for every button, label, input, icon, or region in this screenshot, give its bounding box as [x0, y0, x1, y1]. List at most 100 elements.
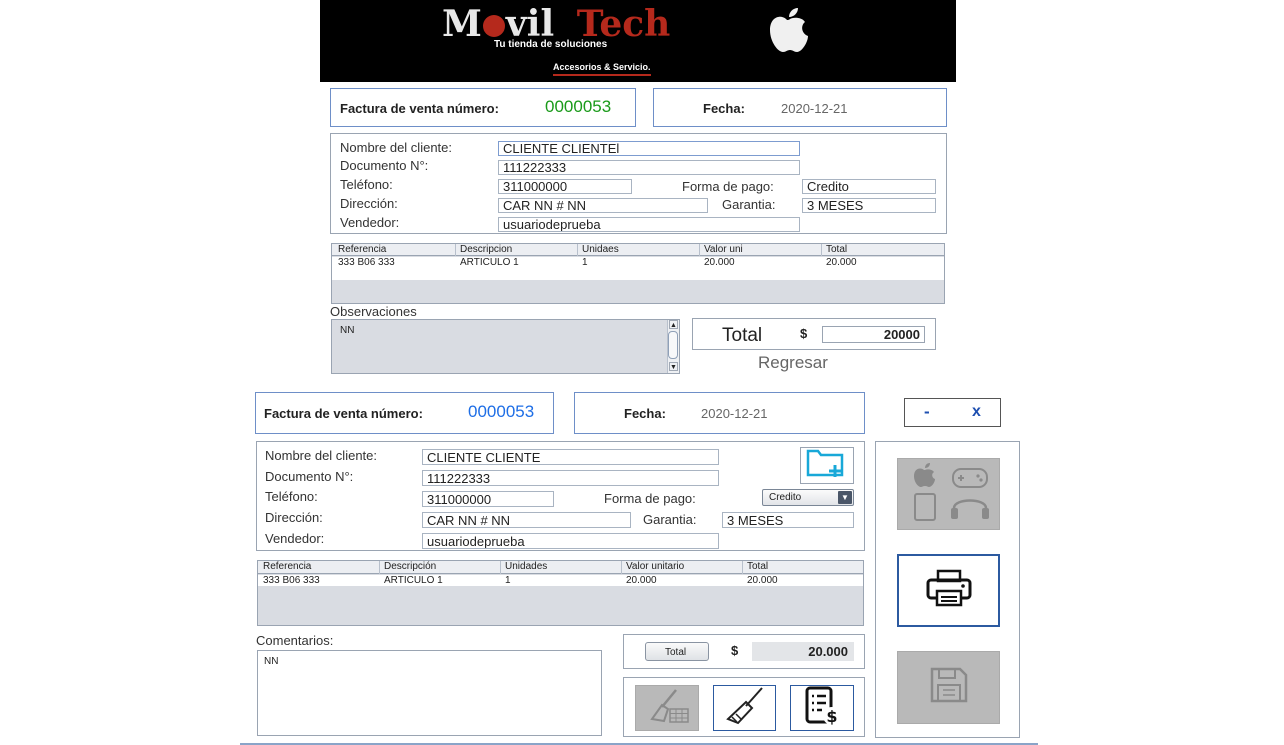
- action-buttons-panel: $: [623, 677, 865, 737]
- cell-description: ARTICULO 1: [460, 257, 519, 268]
- close-button[interactable]: x: [972, 403, 981, 421]
- cell-description-2: ARTICULO 1: [384, 575, 443, 586]
- date-label-2: Fecha:: [624, 406, 666, 421]
- document-label: Documento N°:: [340, 158, 429, 173]
- invoice-number-value: 0000053: [545, 97, 612, 116]
- currency-symbol: $: [800, 326, 808, 341]
- brand-tagline: Tu tienda de soluciones: [494, 39, 608, 50]
- items-table: Referencia Descripcion Unidaes Valor uni…: [331, 243, 945, 304]
- observations-scrollbar[interactable]: ▲ ▼: [667, 320, 679, 373]
- printer-icon: [924, 568, 974, 613]
- comments-label: Comentarios:: [256, 633, 334, 648]
- document-field[interactable]: 111222333: [498, 160, 800, 175]
- broom-icon: [722, 686, 768, 731]
- clear-form-button[interactable]: [713, 685, 776, 731]
- brand-logo-text: Mvil Tech: [442, 4, 732, 44]
- minimize-button[interactable]: -: [924, 402, 930, 422]
- add-folder-icon: [804, 447, 850, 484]
- total-value: 20000: [822, 326, 925, 343]
- items-table-2: Referencia Descripción Unidades Valor un…: [257, 560, 864, 626]
- scroll-thumb[interactable]: [668, 331, 678, 359]
- column-header-unit-value-2[interactable]: Valor unitario: [622, 561, 743, 574]
- add-client-button[interactable]: [800, 447, 854, 484]
- phone-field[interactable]: 311000000: [498, 179, 632, 194]
- column-header-reference[interactable]: Referencia: [334, 244, 456, 256]
- table-header: Referencia Descripcion Unidaes Valor uni…: [332, 244, 944, 256]
- date-label: Fecha:: [703, 101, 745, 116]
- table-empty-area: [332, 268, 944, 280]
- document-field-2[interactable]: 111222333: [422, 470, 719, 486]
- document-label-2: Documento N°:: [265, 469, 354, 484]
- client-name-field[interactable]: CLIENTE CLIENTEl: [498, 141, 800, 156]
- products-catalog-button: [897, 458, 1000, 530]
- total-button[interactable]: Total: [645, 642, 709, 661]
- column-header-description[interactable]: Descripcion: [456, 244, 578, 256]
- table-row[interactable]: 333 B06 333 ARTICULO 1 1 20.000 20.000: [332, 257, 944, 268]
- date-box-2: Fecha: 2020-12-21: [574, 392, 865, 434]
- cell-total: 20.000: [826, 257, 857, 268]
- date-value: 2020-12-21: [781, 101, 848, 116]
- invoice-number-label: Factura de venta número:: [340, 101, 499, 116]
- device-categories-icon: [906, 460, 992, 529]
- cell-total-2: 20.000: [747, 575, 778, 586]
- column-header-unit-value[interactable]: Valor uni: [700, 244, 822, 256]
- floppy-disk-icon: [927, 665, 971, 710]
- cell-unit-value-2: 20.000: [626, 575, 657, 586]
- date-box: Fecha: 2020-12-21: [653, 88, 947, 127]
- brand-subtitle: Accesorios & Servicio.: [553, 62, 651, 76]
- brand-banner: Mvil Tech Tu tienda de soluciones Acceso…: [320, 0, 956, 82]
- invoice-number-box-2: Factura de venta número: 0000053: [255, 392, 554, 434]
- scroll-up-arrow-icon[interactable]: ▲: [669, 320, 678, 329]
- warranty-field-2[interactable]: 3 MESES: [722, 512, 854, 528]
- side-action-panel: [875, 441, 1020, 738]
- phone-label: Teléfono:: [340, 177, 393, 192]
- address-label: Dirección:: [340, 196, 398, 211]
- column-header-units[interactable]: Unidaes: [578, 244, 700, 256]
- client-name-field-2[interactable]: CLIENTE CLIENTE: [422, 449, 719, 465]
- window-controls: - x: [904, 398, 1001, 427]
- seller-field[interactable]: usuariodeprueba: [498, 217, 800, 232]
- brand-m-letter: M: [442, 3, 482, 45]
- total-label: Total: [722, 325, 763, 346]
- address-field[interactable]: CAR NN # NN: [498, 198, 708, 213]
- phone-label-2: Teléfono:: [265, 489, 318, 504]
- payment-method-label-2: Forma de pago:: [604, 491, 696, 506]
- total-button-label: Total: [665, 647, 687, 658]
- brand-o-circle: [482, 15, 505, 37]
- column-header-reference-2[interactable]: Referencia: [259, 561, 380, 574]
- column-header-units-2[interactable]: Unidades: [501, 561, 622, 574]
- cell-reference: 333 B06 333: [338, 257, 395, 268]
- cell-reference-2: 333 B06 333: [263, 575, 320, 586]
- date-value-2: 2020-12-21: [701, 406, 768, 421]
- seller-field-2[interactable]: usuariodeprueba: [422, 533, 719, 549]
- invoice-dollar-icon: $: [802, 685, 842, 732]
- scroll-down-arrow-icon[interactable]: ▼: [669, 362, 678, 371]
- column-header-total-2[interactable]: Total: [743, 561, 863, 574]
- address-label-2: Dirección:: [265, 510, 323, 525]
- broom-table-icon: [642, 687, 692, 730]
- svg-text:$: $: [826, 707, 837, 726]
- comments-textarea[interactable]: NN: [257, 650, 602, 736]
- payment-method-field[interactable]: Credito: [802, 179, 936, 194]
- back-link[interactable]: Regresar: [758, 353, 828, 373]
- cell-unit-value: 20.000: [704, 257, 735, 268]
- total-box-2: Total $ 20.000: [623, 634, 865, 669]
- invoice-number-box: Factura de venta número: 0000053: [330, 88, 636, 127]
- print-button[interactable]: [897, 554, 1000, 627]
- table-row[interactable]: 333 B06 333 ARTICULO 1 1 20.000 20.000: [258, 575, 863, 586]
- phone-field-2[interactable]: 311000000: [422, 491, 554, 507]
- observations-textarea[interactable]: NN ▲ ▼: [331, 319, 680, 374]
- table-header-2: Referencia Descripción Unidades Valor un…: [258, 561, 863, 574]
- column-header-description-2[interactable]: Descripción: [380, 561, 501, 574]
- total-box: Total $ 20000: [692, 318, 936, 350]
- total-value-2: 20.000: [752, 642, 854, 661]
- client-name-label-2: Nombre del cliente:: [265, 448, 377, 463]
- chevron-down-icon[interactable]: ▼: [838, 491, 852, 504]
- column-header-total[interactable]: Total: [822, 244, 944, 256]
- warranty-label: Garantia:: [722, 197, 776, 212]
- address-field-2[interactable]: CAR NN # NN: [422, 512, 631, 528]
- warranty-field[interactable]: 3 MESES: [802, 198, 936, 213]
- payment-method-select[interactable]: Credito ▼: [762, 489, 854, 506]
- payment-method-selected: Credito: [769, 492, 802, 503]
- invoice-billing-button[interactable]: $: [790, 685, 854, 731]
